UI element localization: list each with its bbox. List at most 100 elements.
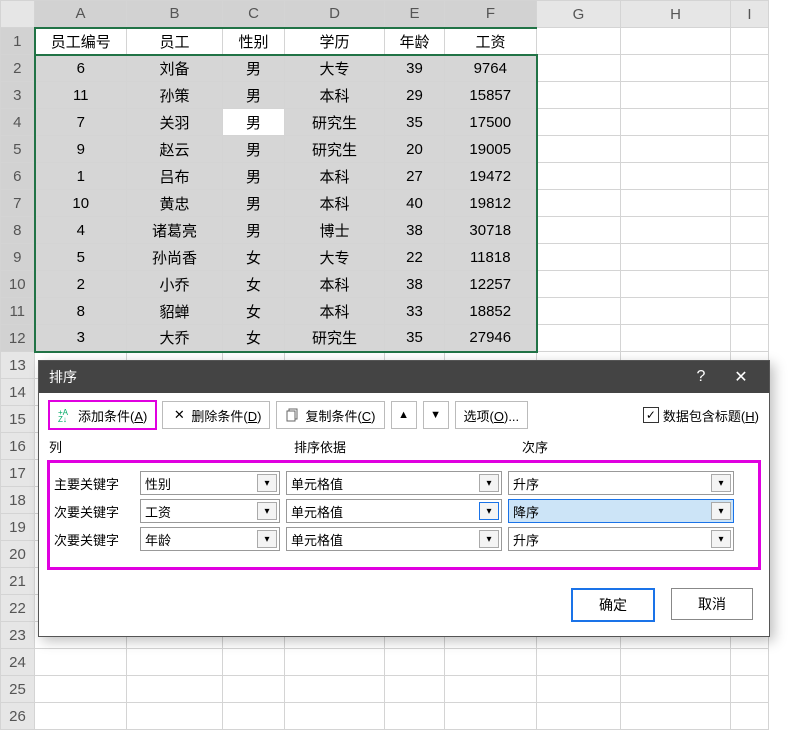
- cell[interactable]: 员工编号: [35, 28, 127, 55]
- cell[interactable]: 男: [223, 82, 285, 109]
- cell[interactable]: 男: [223, 55, 285, 82]
- cell[interactable]: [731, 82, 769, 109]
- row-header[interactable]: 4: [1, 109, 35, 136]
- cell[interactable]: 2: [35, 271, 127, 298]
- row-header[interactable]: 10: [1, 271, 35, 298]
- move-down-button[interactable]: ▼: [423, 401, 449, 429]
- cell[interactable]: 12257: [445, 271, 537, 298]
- cell[interactable]: 19005: [445, 136, 537, 163]
- cell[interactable]: [621, 325, 731, 352]
- row-header[interactable]: 6: [1, 163, 35, 190]
- cell[interactable]: [537, 244, 621, 271]
- cell[interactable]: 刘备: [127, 55, 223, 82]
- cell[interactable]: 大专: [285, 244, 385, 271]
- cell[interactable]: 15857: [445, 82, 537, 109]
- cell[interactable]: [621, 676, 731, 703]
- cell[interactable]: [621, 271, 731, 298]
- column-header[interactable]: B: [127, 1, 223, 28]
- combo-c3[interactable]: 升序▾: [508, 471, 734, 495]
- cell[interactable]: [731, 244, 769, 271]
- cell[interactable]: [621, 136, 731, 163]
- row-header[interactable]: 5: [1, 136, 35, 163]
- cell[interactable]: 研究生: [285, 136, 385, 163]
- cell[interactable]: 35: [385, 109, 445, 136]
- cell[interactable]: 40: [385, 190, 445, 217]
- cell[interactable]: 男: [223, 109, 285, 136]
- cell[interactable]: 9764: [445, 55, 537, 82]
- combo-c2[interactable]: 单元格值▾: [286, 527, 502, 551]
- cell[interactable]: [537, 190, 621, 217]
- combo-c3[interactable]: 降序▾: [508, 499, 734, 523]
- cell[interactable]: 女: [223, 244, 285, 271]
- row-header[interactable]: 25: [1, 676, 35, 703]
- cell[interactable]: 30718: [445, 217, 537, 244]
- has-header-checkbox[interactable]: ✓ 数据包含标题(H): [643, 406, 759, 425]
- cell[interactable]: 小乔: [127, 271, 223, 298]
- cell[interactable]: 关羽: [127, 109, 223, 136]
- cell[interactable]: 9: [35, 136, 127, 163]
- close-button[interactable]: ✕: [721, 367, 761, 387]
- cell[interactable]: 研究生: [285, 325, 385, 352]
- row-header[interactable]: 9: [1, 244, 35, 271]
- cell[interactable]: 博士: [285, 217, 385, 244]
- column-header[interactable]: G: [537, 1, 621, 28]
- cell[interactable]: 17500: [445, 109, 537, 136]
- row-header[interactable]: 20: [1, 541, 35, 568]
- cell[interactable]: 4: [35, 217, 127, 244]
- cell[interactable]: [621, 217, 731, 244]
- row-header[interactable]: 2: [1, 55, 35, 82]
- cell[interactable]: [537, 676, 621, 703]
- cell[interactable]: [537, 109, 621, 136]
- cell[interactable]: [285, 676, 385, 703]
- cell[interactable]: [385, 676, 445, 703]
- cell[interactable]: 38: [385, 217, 445, 244]
- cell[interactable]: [621, 55, 731, 82]
- cell[interactable]: [731, 136, 769, 163]
- cell[interactable]: 18852: [445, 298, 537, 325]
- cell[interactable]: [621, 28, 731, 55]
- row-header[interactable]: 14: [1, 379, 35, 406]
- row-header[interactable]: 15: [1, 406, 35, 433]
- cell[interactable]: 1: [35, 163, 127, 190]
- ok-button[interactable]: 确定: [571, 588, 655, 622]
- cell[interactable]: [445, 676, 537, 703]
- combo-c1[interactable]: 年龄▾: [140, 527, 280, 551]
- cell[interactable]: 3: [35, 325, 127, 352]
- cell[interactable]: 11: [35, 82, 127, 109]
- copy-level-button[interactable]: 复制条件(C): [276, 401, 384, 429]
- cell[interactable]: 赵云: [127, 136, 223, 163]
- cell[interactable]: [731, 109, 769, 136]
- cell[interactable]: 本科: [285, 190, 385, 217]
- move-up-button[interactable]: ▲: [391, 401, 417, 429]
- cell[interactable]: [537, 271, 621, 298]
- cell[interactable]: [127, 703, 223, 730]
- cell[interactable]: 男: [223, 217, 285, 244]
- cell[interactable]: [731, 676, 769, 703]
- cell[interactable]: 11818: [445, 244, 537, 271]
- cell[interactable]: [731, 55, 769, 82]
- cell[interactable]: 男: [223, 190, 285, 217]
- cell[interactable]: [385, 703, 445, 730]
- cell[interactable]: 本科: [285, 298, 385, 325]
- cell[interactable]: 19472: [445, 163, 537, 190]
- cell[interactable]: [223, 676, 285, 703]
- cell[interactable]: 33: [385, 298, 445, 325]
- help-button[interactable]: ?: [681, 368, 721, 386]
- options-button[interactable]: 选项(O)...: [455, 401, 529, 429]
- cell[interactable]: [223, 649, 285, 676]
- cell[interactable]: [385, 649, 445, 676]
- cell[interactable]: [537, 298, 621, 325]
- cell[interactable]: 学历: [285, 28, 385, 55]
- row-header[interactable]: 12: [1, 325, 35, 352]
- cell[interactable]: [35, 703, 127, 730]
- cell[interactable]: [621, 190, 731, 217]
- cell[interactable]: [537, 28, 621, 55]
- cell[interactable]: 员工: [127, 28, 223, 55]
- cell[interactable]: [731, 28, 769, 55]
- cell[interactable]: 本科: [285, 163, 385, 190]
- cell[interactable]: [731, 271, 769, 298]
- cell[interactable]: 8: [35, 298, 127, 325]
- cell[interactable]: 本科: [285, 82, 385, 109]
- cell[interactable]: 大乔: [127, 325, 223, 352]
- cell[interactable]: [285, 703, 385, 730]
